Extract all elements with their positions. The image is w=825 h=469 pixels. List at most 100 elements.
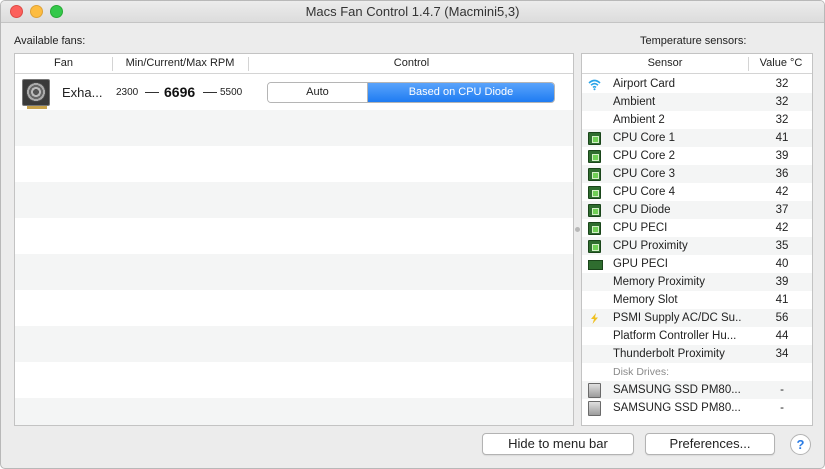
column-header-control[interactable]: Control — [248, 57, 573, 69]
sensor-value: 36 — [775, 168, 789, 180]
empty-row — [15, 110, 573, 146]
empty-row — [15, 290, 573, 326]
sensor-name: Thunderbolt Proximity — [613, 348, 725, 360]
sensor-value: 39 — [775, 150, 789, 162]
sensor-name: CPU Diode — [613, 204, 671, 216]
sensor-name: CPU Core 3 — [613, 168, 675, 180]
sensors-table: Sensor Value °C Airport Card 32 Ambient 32 A… — [581, 53, 813, 426]
fan-rows: Exha... 2300 — 6696 — 5500 Auto Based on… — [15, 74, 573, 425]
sensor-row[interactable]: GPU PECI 40 — [582, 255, 812, 273]
help-button[interactable]: ? — [790, 434, 811, 455]
sensor-row[interactable]: Platform Controller Hu... 44 — [582, 327, 812, 345]
disk-icon — [588, 401, 601, 416]
sensor-name: CPU Core 2 — [613, 150, 675, 162]
empty-row — [15, 254, 573, 290]
sensor-row[interactable]: SAMSUNG SSD PM80... - — [582, 399, 812, 417]
sensor-group-header: Disk Drives: — [582, 363, 812, 381]
fans-table: Fan Min/Current/Max RPM Control Exha... … — [14, 53, 574, 426]
available-fans-label: Available fans: — [14, 35, 86, 47]
sensor-name: CPU Core 1 — [613, 132, 675, 144]
split-view-divider[interactable] — [575, 227, 580, 232]
sensor-name: Memory Proximity — [613, 276, 706, 288]
sensor-name: CPU Core 4 — [613, 186, 675, 198]
sensor-row[interactable]: Memory Slot 41 — [582, 291, 812, 309]
chip-icon — [588, 186, 601, 199]
sensor-name: PSMI Supply AC/DC Su... — [613, 312, 741, 324]
gpu-icon — [588, 260, 603, 270]
column-header-value[interactable]: Value °C — [748, 57, 812, 69]
sensor-row[interactable]: CPU Diode 37 — [582, 201, 812, 219]
sensor-name: Ambient — [613, 96, 656, 108]
chip-icon — [588, 150, 601, 163]
chip-icon — [588, 132, 601, 145]
window-title: Macs Fan Control 1.4.7 (Macmini5,3) — [305, 4, 520, 19]
sensor-value: 41 — [775, 294, 789, 306]
fan-current-rpm: 6696 — [164, 84, 196, 100]
sensor-value: 32 — [775, 114, 789, 126]
disk-icon — [588, 383, 601, 398]
control-custom-option[interactable]: Based on CPU Diode — [368, 83, 554, 102]
fan-icon — [22, 79, 50, 109]
sensor-row[interactable]: Memory Proximity 39 — [582, 273, 812, 291]
hide-to-menu-bar-button[interactable]: Hide to menu bar — [482, 433, 634, 455]
sensor-value: 37 — [775, 204, 789, 216]
sensor-name: SAMSUNG SSD PM80... — [613, 402, 741, 414]
sensor-name: Platform Controller Hu... — [613, 330, 737, 342]
sensor-rows: Airport Card 32 Ambient 32 Ambient 2 32 CPU Co… — [582, 75, 812, 417]
temperature-sensors-label: Temperature sensors: — [640, 35, 747, 47]
control-auto-option[interactable]: Auto — [268, 83, 368, 102]
sensor-row[interactable]: Ambient 32 — [582, 93, 812, 111]
sensors-table-header: Sensor Value °C — [582, 54, 812, 74]
preferences-button[interactable]: Preferences... — [645, 433, 775, 455]
sensor-value: 44 — [775, 330, 789, 342]
fans-table-header: Fan Min/Current/Max RPM Control — [15, 54, 573, 74]
sensor-value: 39 — [775, 276, 789, 288]
rpm-separator: — — [145, 83, 159, 99]
fan-row[interactable]: Exha... 2300 — 6696 — 5500 Auto Based on… — [15, 74, 573, 110]
sensor-row[interactable]: CPU Core 1 41 — [582, 129, 812, 147]
wifi-icon — [588, 78, 601, 91]
disk-drives-group-label: Disk Drives: — [613, 366, 670, 378]
sensor-row[interactable]: CPU Core 4 42 — [582, 183, 812, 201]
sensor-value: 41 — [775, 132, 789, 144]
sensor-row[interactable]: Airport Card 32 — [582, 75, 812, 93]
sensor-row[interactable]: CPU Core 2 39 — [582, 147, 812, 165]
sensor-row[interactable]: CPU PECI 42 — [582, 219, 812, 237]
empty-row — [15, 398, 573, 425]
rpm-separator: — — [203, 83, 217, 99]
sensor-row[interactable]: CPU Core 3 36 — [582, 165, 812, 183]
sensor-value: - — [780, 402, 784, 414]
sensor-name: CPU Proximity — [613, 240, 688, 252]
empty-row — [15, 146, 573, 182]
sensor-value: 34 — [775, 348, 789, 360]
sensor-row[interactable]: SAMSUNG SSD PM80... - — [582, 381, 812, 399]
sensor-name: GPU PECI — [613, 258, 668, 270]
sensor-value: 32 — [775, 96, 789, 108]
chip-icon — [588, 240, 601, 253]
empty-row — [15, 218, 573, 254]
sensor-name: SAMSUNG SSD PM80... — [613, 384, 741, 396]
sensor-row[interactable]: CPU Proximity 35 — [582, 237, 812, 255]
empty-row — [15, 362, 573, 398]
column-header-sensor[interactable]: Sensor — [582, 57, 748, 69]
sensor-name: CPU PECI — [613, 222, 668, 234]
sensor-row[interactable]: Ambient 2 32 — [582, 111, 812, 129]
sensor-value: 35 — [775, 240, 789, 252]
sensor-name: Ambient 2 — [613, 114, 665, 126]
sensor-value: 40 — [775, 258, 789, 270]
sensor-row[interactable]: Thunderbolt Proximity 34 — [582, 345, 812, 363]
fan-name: Exha... — [62, 85, 103, 100]
sensor-row[interactable]: PSMI Supply AC/DC Su... 56 — [582, 309, 812, 327]
empty-row — [15, 182, 573, 218]
chip-icon — [588, 222, 601, 235]
chip-icon — [588, 168, 601, 181]
empty-row — [15, 326, 573, 362]
fan-max-rpm: 5500 — [220, 87, 243, 98]
sensor-value: 56 — [775, 312, 789, 324]
bolt-icon — [588, 312, 601, 325]
column-header-rpm[interactable]: Min/Current/Max RPM — [112, 57, 248, 69]
column-header-fan[interactable]: Fan — [15, 57, 112, 69]
title-bar: Macs Fan Control 1.4.7 (Macmini5,3) — [1, 1, 824, 23]
sensor-name: Memory Slot — [613, 294, 678, 306]
sensor-value: - — [780, 384, 784, 396]
